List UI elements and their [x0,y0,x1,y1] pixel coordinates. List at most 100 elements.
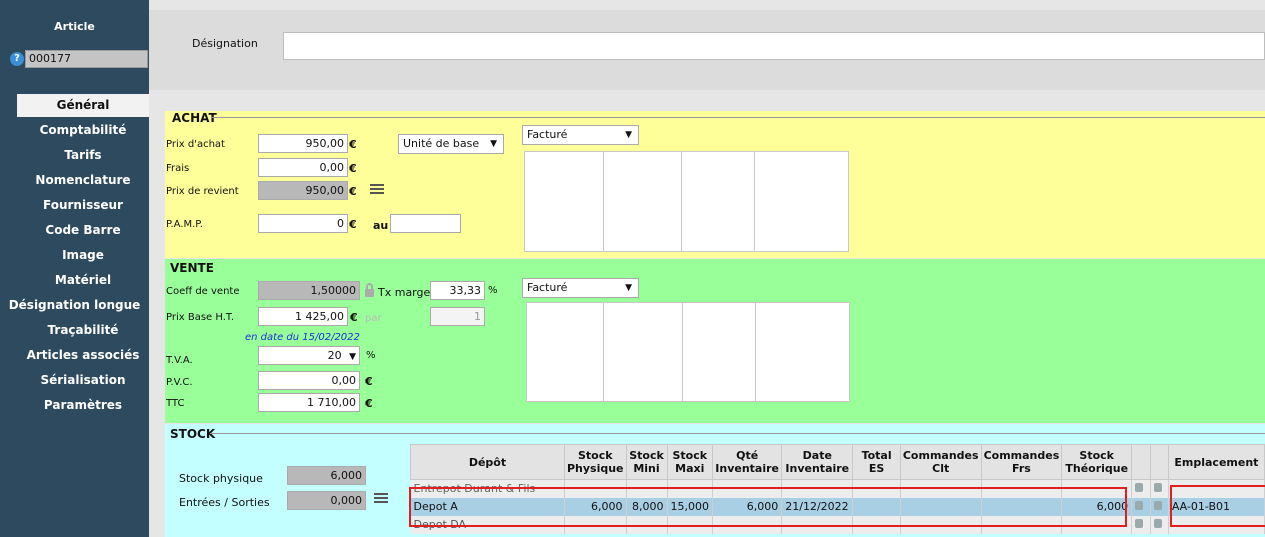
column-header[interactable]: Commandes Frs [980,444,1063,480]
ttc-field[interactable]: 1 710,00 [258,393,360,412]
column-header [1149,444,1169,480]
tva-percent: % [366,350,376,361]
tva-select[interactable]: 20 ▼ [258,346,360,365]
en-date-text: en date du 15/02/2022 [245,332,360,343]
pamp-label: P.A.M.P. [166,219,203,230]
lock-icon [1135,483,1144,493]
vente-facture-value: Facturé [527,281,568,294]
column-header [1131,444,1151,480]
chevron-down-icon: ▼ [349,352,356,362]
help-icon[interactable]: ? [10,52,24,66]
lock-icon[interactable] [365,283,374,297]
prix-revient-label: Prix de revient [166,186,239,197]
row-action-cell[interactable] [1131,515,1151,534]
tx-marge-field[interactable]: 33,33 [430,281,485,300]
prix-revient-field: 950,00 [258,181,348,200]
sidebar-item-comptabilite[interactable]: Comptabilité [17,119,149,142]
lock-icon [1153,519,1162,528]
tva-label: T.V.A. [166,355,193,366]
sidebar-item-articles-associes[interactable]: Articles associés [17,344,149,367]
column-header[interactable]: Stock Théorique [1061,444,1133,480]
list-icon[interactable] [370,184,384,196]
prix-revient-currency: € [349,185,357,198]
sidebar-item-serialisation[interactable]: Sérialisation [17,369,149,392]
designation-field[interactable] [283,32,1265,60]
stock-divider [210,433,1265,434]
row-action-cell[interactable] [1150,515,1169,534]
sidebar-item-image[interactable]: Image [17,244,149,267]
sidebar-item-general[interactable]: Général [17,94,149,117]
lock-icon [1153,483,1162,493]
column-header[interactable]: Stock Mini [625,444,668,480]
lock-icon [1153,501,1162,510]
row-action-cell[interactable] [1150,497,1169,516]
pvc-field[interactable]: 0,00 [258,371,360,390]
achat-facture-select[interactable]: Facturé ▼ [522,125,639,145]
sidebar-item-tracabilite[interactable]: Traçabilité [17,319,149,342]
prix-base-currency: € [350,311,358,324]
chevron-down-icon: ▼ [625,130,632,140]
row-action-cell[interactable] [1150,479,1169,498]
vente-price-grid[interactable] [526,302,850,402]
entrees-sorties-field: 0,000 [287,491,366,510]
table-header-row: Dépôt Stock Physique Stock Mini Stock Ma… [410,444,1265,480]
sidebar-nav: Général Comptabilité Tarifs Nomenclature… [0,94,149,419]
grid-column [754,152,755,251]
achat-price-grid[interactable] [524,151,849,252]
prix-achat-field[interactable]: 950,00 [258,134,348,153]
column-header[interactable]: Stock Physique [563,444,627,480]
sidebar-item-designation-longue[interactable]: Désignation longue [0,294,149,317]
sidebar-item-code-barre[interactable]: Code Barre [17,219,149,242]
frais-currency: € [349,162,357,175]
column-header[interactable]: Commandes Clt [899,444,982,480]
sidebar-item-fournisseur[interactable]: Fournisseur [17,194,149,217]
unit-select-value: Unité de base [403,137,480,150]
au-date-field[interactable] [390,214,461,233]
pvc-currency: € [365,375,373,388]
highlight-box-emplacement [1170,485,1265,527]
ttc-currency: € [365,397,373,410]
par-label: par [365,313,382,324]
lock-icon [1135,519,1144,528]
frais-field[interactable]: 0,00 [258,158,348,177]
grid-column [755,303,756,401]
pamp-currency: € [349,218,357,231]
article-header [0,0,149,88]
sidebar-item-parametres[interactable]: Paramètres [17,394,149,417]
stock-title: STOCK [170,427,216,441]
tx-marge-label: Tx marge [378,286,431,299]
grid-column [681,152,682,251]
column-header[interactable]: Date Inventaire [781,444,854,480]
prix-achat-label: Prix d'achat [166,139,225,150]
vente-facture-select[interactable]: Facturé ▼ [522,278,639,298]
achat-divider [212,117,1265,118]
pamp-field[interactable]: 0 [258,214,348,233]
pvc-label: P.V.C. [166,377,193,388]
ttc-label: TTC [166,398,185,409]
column-header[interactable]: Stock Maxi [666,444,714,480]
achat-facture-value: Facturé [527,128,568,141]
column-header[interactable]: Qté Inventaire [712,444,783,480]
grid-column [603,152,604,251]
stock-physique-label: Stock physique [179,472,263,485]
column-header[interactable]: Dépôt [410,444,565,480]
lock-icon [1135,501,1144,510]
list-icon[interactable] [374,493,388,505]
sidebar-item-nomenclature[interactable]: Nomenclature [17,169,149,192]
sidebar-item-materiel[interactable]: Matériel [17,269,149,292]
column-header[interactable]: Total ES [852,444,901,480]
highlight-box-stock-values [409,487,1127,527]
prix-base-field[interactable]: 1 425,00 [258,307,348,326]
entrees-sorties-label: Entrées / Sorties [179,496,270,509]
unit-select[interactable]: Unité de base ▼ [398,134,504,154]
tva-select-value: 20 [327,349,342,362]
article-code-field[interactable]: 000177 [25,50,148,68]
row-action-cell[interactable] [1131,479,1151,498]
column-header[interactable]: Emplacement [1167,444,1265,480]
prix-base-label: Prix Base H.T. [166,312,234,323]
sidebar-item-tarifs[interactable]: Tarifs [17,144,149,167]
par-field[interactable]: 1 [430,307,485,326]
row-action-cell[interactable] [1131,497,1151,516]
stock-physique-field: 6,000 [287,466,366,485]
designation-label: Désignation [192,37,258,50]
